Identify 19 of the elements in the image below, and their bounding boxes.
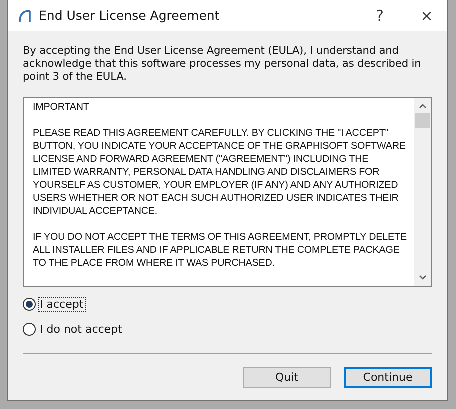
intro-text: By accepting the End User License Agreement (EULA), I understand and acknowledge that this software processes my personal data, as described in point 3 of the EULA. bbox=[23, 45, 422, 85]
scroll-down-icon[interactable] bbox=[418, 274, 428, 282]
option-label[interactable]: I accept bbox=[38, 297, 86, 312]
title-bar-button[interactable]: × bbox=[407, 6, 447, 24]
agreement-paragraph: PLEASE READ THIS AGREEMENT CAREFULLY. BY CLICKING THE "I ACCEPT" BUTTON, YOU INDICATE YOUR ACCEPTANCE OF THE GRAPHISOFT SOFTWARE LICENSE AND FORWARD AGREEMENT ("AGREEMENT") INCLUDING THE LIMITED WARRANTY, PERSONAL DATA HANDLING AND DISCLAIMERS FOR YOURSELF AS CUSTOMER, YOUR EMPLOYER (IF ANY) AND ANY AUTHORIZED USERS WHETHER OR NOT EACH SUCH AUTHORIZED USER INDICATES THEIR INDIVIDUAL ACCEPTANCE. bbox=[33, 127, 407, 218]
title-bar-button[interactable]: ? bbox=[360, 6, 400, 24]
arc-logo-icon bbox=[18, 8, 32, 22]
scrollbar[interactable] bbox=[414, 98, 431, 286]
radio-button[interactable] bbox=[23, 298, 36, 311]
agreement-paragraph: IMPORTANT bbox=[33, 101, 90, 114]
agreement-paragraph: IF YOU DO NOT ACCEPT THE TERMS OF THIS AGREEMENT, PROMPTLY DELETE ALL INSTALLER FILES AND IF APPLICABLE RETURN THE COMPLETE PACKAGE TO THE PLACE FROM WHERE IT WAS PURCHASED. bbox=[33, 231, 408, 270]
option-label[interactable]: I do not accept bbox=[38, 322, 124, 337]
radio-button[interactable] bbox=[23, 323, 36, 336]
agreement-text-box[interactable] bbox=[23, 97, 432, 287]
window-title: End User License Agreement bbox=[39, 8, 221, 23]
dialog-button[interactable]: Continue bbox=[344, 367, 432, 388]
scrollbar-thumb[interactable] bbox=[415, 113, 430, 128]
dialog-button[interactable]: Quit bbox=[243, 367, 331, 388]
scroll-up-icon[interactable] bbox=[418, 102, 428, 110]
